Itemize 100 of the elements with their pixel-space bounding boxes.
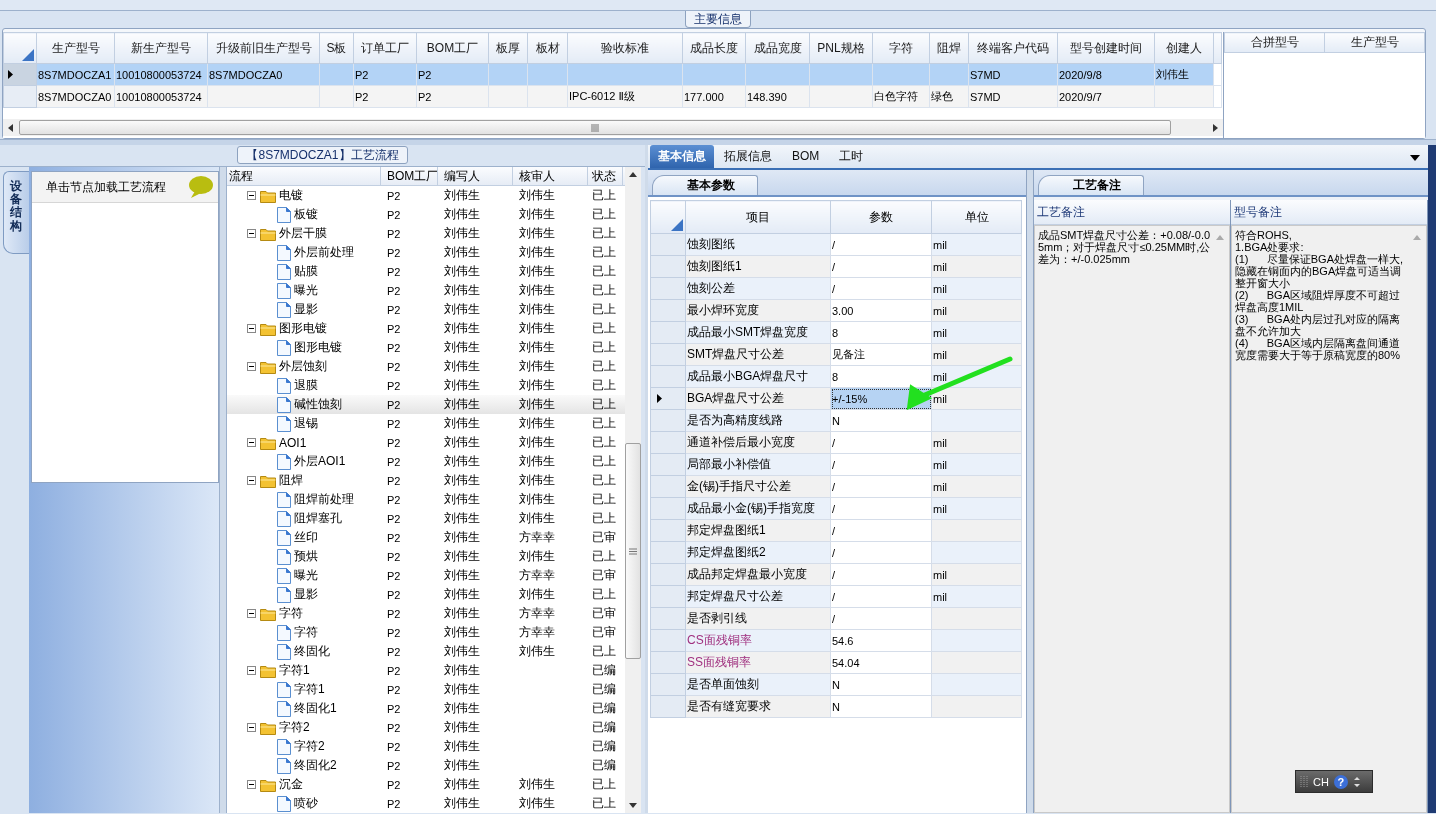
table-row[interactable]: 是否剥引线 / [650, 607, 1022, 630]
tree-node[interactable]: 阻焊塞孔 [277, 509, 346, 528]
tree-node[interactable]: 显影 [277, 585, 322, 604]
column-header[interactable]: 流程 [227, 167, 381, 185]
column-header[interactable]: 参数 [830, 200, 932, 234]
tree-node[interactable]: 丝印 [277, 528, 322, 547]
tree-node[interactable]: 贴膜 [277, 262, 322, 281]
table-row[interactable]: 成品最小BGA焊盘尺寸 8 mil [650, 365, 1022, 388]
table-row[interactable]: 邦定焊盘尺寸公差 / mil [650, 585, 1022, 608]
table-row[interactable]: SS面残铜率 54.04 [650, 651, 1022, 674]
tree-node[interactable]: 碱性蚀刻 [277, 395, 346, 414]
table-row[interactable]: SMT焊盘尺寸公差 见备注 mil [650, 343, 1022, 366]
column-header[interactable]: 工艺备注 [1034, 200, 1230, 225]
tree-node[interactable]: 外层前处理 [277, 243, 358, 262]
table-row[interactable]: 蚀刻图纸1 / mil [650, 255, 1022, 278]
tree-node[interactable]: 外层AOI1 [277, 452, 350, 471]
tree-node[interactable]: 阻焊 [260, 471, 307, 490]
tree-node[interactable]: 电镀 [260, 186, 307, 205]
tree-node[interactable]: 字符1 [260, 661, 314, 680]
tab[interactable]: 工时 [829, 145, 874, 168]
tab[interactable]: 基本信息 [650, 145, 714, 168]
column-header[interactable]: 板材 [527, 32, 568, 64]
column-header[interactable]: 创建人 [1154, 32, 1214, 64]
table-row[interactable]: 金(锡)手指尺寸公差 / mil [650, 475, 1022, 498]
column-header[interactable]: 新生产型号 [114, 32, 208, 64]
tree-node[interactable]: 预烘 [277, 547, 322, 566]
scrollbar-thumb[interactable] [625, 443, 641, 659]
table-row[interactable]: 蚀刻图纸 / mil [650, 233, 1022, 256]
table-row[interactable]: 成品最小金(锡)手指宽度 / mil [650, 497, 1022, 520]
table-row[interactable]: 邦定焊盘图纸2 / [650, 541, 1022, 564]
help-button[interactable]: ? [1333, 774, 1348, 789]
column-header[interactable]: 编写人 [438, 167, 513, 185]
column-header[interactable]: 合拼型号 [1224, 32, 1325, 53]
table-row[interactable]: BGA焊盘尺寸公差 +/-15% mil [650, 387, 1022, 410]
table-row[interactable]: 是否为高精度线路 N [650, 409, 1022, 432]
tree-node[interactable]: 曝光 [277, 281, 322, 300]
collapse-icon[interactable] [247, 438, 256, 447]
column-header[interactable]: 核审人 [513, 167, 588, 185]
table-row[interactable]: 8S7MDOCZA0 10010800053724 P2 P2 IPC-6012 Ⅱ级 177.000 148.390 白色字符 绿色 S7MD 2020/9/7 [3, 85, 1222, 108]
side-tab[interactable]: 设备结构 [3, 171, 29, 254]
column-header[interactable]: S板 [319, 32, 354, 64]
column-header[interactable]: BOM工厂 [416, 32, 489, 64]
collapse-icon[interactable] [247, 780, 256, 789]
column-header[interactable]: 单位 [931, 200, 1022, 234]
collapse-icon[interactable] [247, 362, 256, 371]
sub-tab[interactable]: 工艺备注 [1038, 175, 1144, 195]
table-row[interactable]: 最小焊环宽度 3.00 mil [650, 299, 1022, 322]
tree-node[interactable]: 阻焊前处理 [277, 490, 358, 509]
column-header[interactable]: 升级前旧生产型号 [207, 32, 320, 64]
column-header[interactable]: 型号备注 [1231, 200, 1427, 225]
column-header[interactable]: 验收标准 [567, 32, 683, 64]
column-header[interactable]: 阻焊 [929, 32, 969, 64]
column-header[interactable]: 板厚 [488, 32, 528, 64]
tree-node[interactable]: 终固化1 [277, 699, 341, 718]
column-header[interactable]: PNL规格 [809, 32, 873, 64]
column-header[interactable]: 型号创建时间 [1057, 32, 1155, 64]
table-row[interactable]: 通道补偿后最小宽度 / mil [650, 431, 1022, 454]
dropdown-icon[interactable] [1410, 154, 1420, 161]
tab[interactable]: 拓展信息 [714, 145, 782, 168]
column-header[interactable]: 状态 [588, 167, 623, 185]
collapse-icon[interactable] [247, 191, 256, 200]
collapse-icon[interactable] [247, 609, 256, 618]
tree-node[interactable]: 字符1 [277, 680, 329, 699]
column-header[interactable]: BOM工厂 [381, 167, 438, 185]
column-header[interactable]: 生产型号 [36, 32, 115, 64]
tree-node[interactable]: 字符2 [277, 737, 329, 756]
tree-node[interactable]: 终固化2 [277, 756, 341, 775]
tree-node[interactable]: 字符2 [260, 718, 314, 737]
collapse-icon[interactable] [247, 476, 256, 485]
table-row[interactable]: 是否单面蚀刻 N [650, 673, 1022, 696]
tree-node[interactable]: 板镀 [277, 205, 322, 224]
ime-toolbar[interactable]: CH ? [1295, 770, 1373, 793]
text-area[interactable]: 成品SMT焊盘尺寸公差：+0.08/-0.05mm；对于焊盘尺寸≤0.25MM时,公差为：+/-0.025mm [1034, 225, 1230, 813]
collapse-icon[interactable] [247, 723, 256, 732]
tree-node[interactable]: 退锡 [277, 414, 322, 433]
table-row[interactable]: 是否有缝宽要求 N [650, 695, 1022, 718]
tree-node[interactable]: 外层蚀刻 [260, 357, 331, 376]
horizontal-scrollbar[interactable] [3, 119, 1223, 136]
column-header[interactable]: 成品长度 [682, 32, 746, 64]
language-indicator[interactable]: CH [1313, 775, 1329, 788]
sub-tab[interactable]: 基本参数 [652, 175, 758, 195]
vertical-scrollbar[interactable] [625, 167, 641, 813]
table-row[interactable]: 蚀刻公差 / mil [650, 277, 1022, 300]
tree-node[interactable]: AOI1 [260, 433, 311, 452]
tree-node[interactable]: 图形电镀 [260, 319, 331, 338]
tree-node[interactable]: 终固化 [277, 642, 334, 661]
table-row[interactable]: 局部最小补偿值 / mil [650, 453, 1022, 476]
tree-node[interactable]: 外层干膜 [260, 224, 331, 243]
tree-node[interactable]: 显影 [277, 300, 322, 319]
table-row[interactable]: 8S7MDOCZA1 10010800053724 8S7MDOCZA0 P2 P2 S7MD 2020/9/8 刘伟生 [3, 63, 1222, 86]
column-header[interactable]: 项目 [685, 200, 831, 234]
options-icon[interactable] [1352, 774, 1361, 789]
tree-node[interactable]: 字符 [260, 604, 307, 623]
table-row[interactable]: CS面残铜率 54.6 [650, 629, 1022, 652]
collapse-icon[interactable] [247, 666, 256, 675]
tree-node[interactable]: 字符 [277, 623, 322, 642]
table-row[interactable]: 成品最小SMT焊盘宽度 8 mil [650, 321, 1022, 344]
tree-node[interactable]: 喷砂 [277, 794, 322, 813]
tree-node[interactable]: 退膜 [277, 376, 322, 395]
tab[interactable]: BOM [782, 145, 830, 168]
